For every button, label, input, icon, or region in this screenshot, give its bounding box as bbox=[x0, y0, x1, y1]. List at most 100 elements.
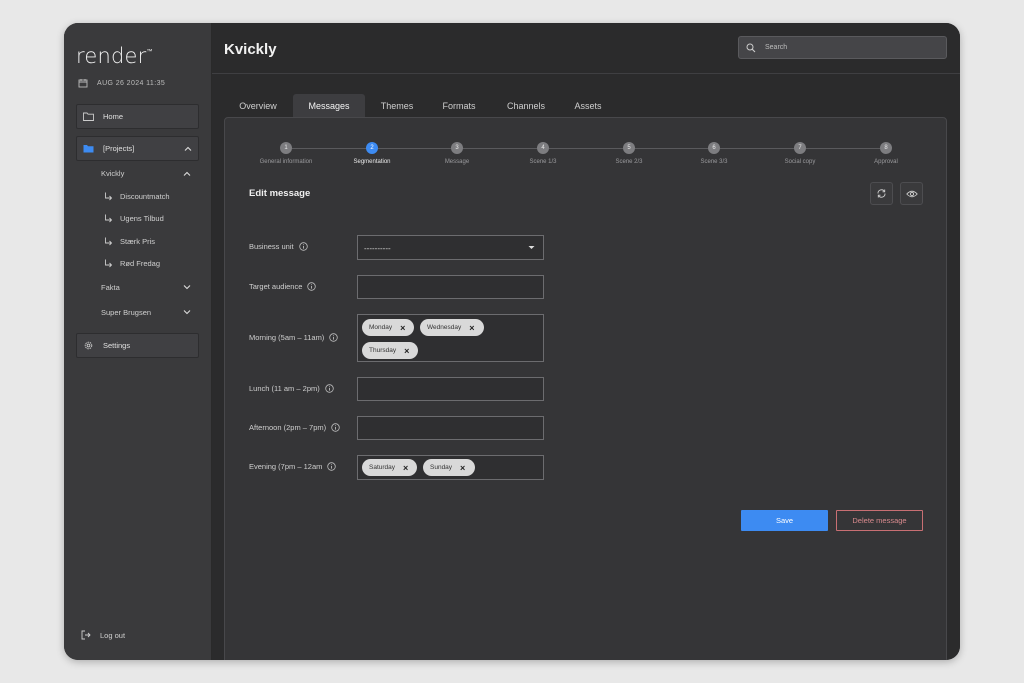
step-label: Social copy bbox=[784, 159, 816, 165]
chevron-up-icon[interactable] bbox=[182, 169, 192, 179]
sidebar-subitem[interactable]: Rød Fredag bbox=[104, 259, 160, 268]
sidebar-item-settings[interactable]: Settings bbox=[76, 333, 199, 358]
sidebar-item-projects-label: [Projects] bbox=[103, 144, 135, 153]
sidebar-client-fakta[interactable]: Fakta bbox=[101, 283, 120, 292]
sidebar-client-kvickly[interactable]: Kvickly bbox=[101, 169, 124, 178]
save-button[interactable]: Save bbox=[741, 510, 828, 531]
step-segmentation[interactable]: 2 Segmentation bbox=[332, 142, 412, 165]
date-time-text: AUG 26 2024 11:35 bbox=[97, 79, 166, 87]
sidebar-client-super-brugsen[interactable]: Super Brugsen bbox=[101, 308, 151, 317]
chip-wednesday[interactable]: Wednesday × bbox=[420, 319, 484, 336]
label-text: Target audience bbox=[249, 282, 303, 291]
subitem-label: Ugens Tilbud bbox=[120, 214, 164, 223]
step-label: General information bbox=[259, 159, 313, 165]
close-icon[interactable]: × bbox=[460, 463, 465, 473]
chevron-down-icon[interactable] bbox=[182, 307, 192, 317]
label-text: Business unit bbox=[249, 242, 294, 251]
info-icon[interactable] bbox=[329, 333, 339, 342]
chip-label: Wednesday bbox=[427, 324, 462, 331]
tab-messages[interactable]: Messages bbox=[293, 94, 365, 117]
step-number: 7 bbox=[794, 142, 806, 154]
step-approval[interactable]: 8 Approval bbox=[846, 142, 926, 165]
info-icon[interactable] bbox=[298, 242, 308, 251]
close-icon[interactable]: × bbox=[403, 463, 408, 473]
step-number: 2 bbox=[366, 142, 378, 154]
search-placeholder: Search bbox=[765, 44, 788, 51]
subitem-label: Rød Fredag bbox=[120, 259, 161, 268]
close-icon[interactable]: × bbox=[469, 323, 474, 333]
sidebar-subitem[interactable]: Ugens Tilbud bbox=[104, 214, 164, 223]
step-scene-1[interactable]: 4 Scene 1/3 bbox=[503, 142, 583, 165]
step-label: Scene 2/3 bbox=[615, 159, 643, 165]
evening-days-input[interactable]: Saturday × Sunday × bbox=[357, 455, 544, 480]
logout-label: Log out bbox=[100, 630, 126, 640]
target-audience-input[interactable] bbox=[357, 275, 544, 299]
chip-saturday[interactable]: Saturday × bbox=[362, 459, 417, 476]
logout-button[interactable]: Log out bbox=[81, 630, 125, 640]
afternoon-days-input[interactable] bbox=[357, 416, 544, 440]
chip-label: Thursday bbox=[369, 347, 397, 354]
step-number: 1 bbox=[280, 142, 292, 154]
step-label: Approval bbox=[874, 159, 898, 165]
step-number: 8 bbox=[880, 142, 892, 154]
tab-overview[interactable]: Overview bbox=[228, 94, 288, 117]
info-icon[interactable] bbox=[307, 282, 317, 291]
business-unit-select[interactable]: ---------- bbox=[357, 235, 544, 260]
sidebar-item-home[interactable]: Home bbox=[76, 104, 199, 129]
subitem-label: Discountmatch bbox=[120, 192, 170, 201]
logo: render™ bbox=[76, 44, 153, 68]
sidebar-subitem[interactable]: Stærk Pris bbox=[104, 237, 155, 246]
chevron-up-icon[interactable] bbox=[183, 144, 193, 154]
label-text: Morning (5am – 11am) bbox=[249, 333, 325, 342]
tab-assets[interactable]: Assets bbox=[563, 94, 613, 117]
afternoon-label: Afternoon (2pm – 7pm) bbox=[249, 423, 340, 432]
refresh-button[interactable] bbox=[870, 182, 893, 205]
label-text: Evening (7pm – 12am bbox=[249, 462, 323, 471]
step-label: Message bbox=[444, 159, 470, 165]
business-unit-label: Business unit bbox=[249, 242, 308, 251]
chip-sunday[interactable]: Sunday × bbox=[423, 459, 475, 476]
app-window: render™ AUG 26 2024 11:35 Home [Projects… bbox=[64, 23, 960, 660]
main-content: Kvickly Search Overview Messages Themes … bbox=[212, 23, 960, 660]
search-input[interactable]: Search bbox=[738, 36, 947, 59]
sidebar-item-settings-label: Settings bbox=[103, 341, 131, 350]
step-number: 5 bbox=[623, 142, 635, 154]
subdirectory-arrow-icon bbox=[105, 237, 113, 246]
morning-label: Morning (5am – 11am) bbox=[249, 333, 339, 342]
tab-themes[interactable]: Themes bbox=[370, 94, 424, 117]
step-scene-3[interactable]: 6 Scene 3/3 bbox=[674, 142, 754, 165]
chip-thursday[interactable]: Thursday × bbox=[362, 342, 418, 359]
sidebar-item-projects[interactable]: [Projects] bbox=[76, 136, 199, 161]
info-icon[interactable] bbox=[325, 384, 334, 393]
lunch-label: Lunch (11 am – 2pm) bbox=[249, 384, 334, 393]
tab-channels[interactable]: Channels bbox=[494, 94, 558, 117]
edit-message-panel: 1 General information 2 Segmentation 3 Mess… bbox=[224, 117, 947, 660]
folder-icon bbox=[83, 112, 94, 121]
step-number: 4 bbox=[537, 142, 549, 154]
morning-days-input[interactable]: Monday × Wednesday × Thursday × bbox=[357, 314, 544, 362]
close-icon[interactable]: × bbox=[400, 323, 405, 333]
chip-label: Sunday bbox=[430, 464, 453, 471]
subdirectory-arrow-icon bbox=[105, 214, 113, 223]
tab-formats[interactable]: Formats bbox=[429, 94, 489, 117]
preview-button[interactable] bbox=[900, 182, 923, 205]
caret-down-icon bbox=[528, 246, 535, 249]
chevron-down-icon[interactable] bbox=[182, 282, 192, 292]
chip-monday[interactable]: Monday × bbox=[362, 319, 414, 336]
sidebar-subitem[interactable]: Discountmatch bbox=[104, 192, 170, 201]
lunch-days-input[interactable] bbox=[357, 377, 544, 401]
info-icon[interactable] bbox=[327, 462, 337, 471]
client-label: Super Brugsen bbox=[101, 308, 152, 317]
step-social-copy[interactable]: 7 Social copy bbox=[760, 142, 840, 165]
info-icon[interactable] bbox=[331, 423, 340, 432]
step-number: 6 bbox=[708, 142, 720, 154]
close-icon[interactable]: × bbox=[404, 346, 409, 356]
target-audience-label: Target audience bbox=[249, 282, 317, 291]
subdirectory-arrow-icon bbox=[105, 259, 113, 268]
step-message[interactable]: 3 Message bbox=[417, 142, 497, 165]
delete-message-button[interactable]: Delete message bbox=[836, 510, 923, 531]
evening-label: Evening (7pm – 12am bbox=[249, 462, 337, 471]
step-label: Scene 3/3 bbox=[700, 159, 728, 165]
step-general-information[interactable]: 1 General information bbox=[246, 142, 326, 165]
step-scene-2[interactable]: 5 Scene 2/3 bbox=[589, 142, 669, 165]
